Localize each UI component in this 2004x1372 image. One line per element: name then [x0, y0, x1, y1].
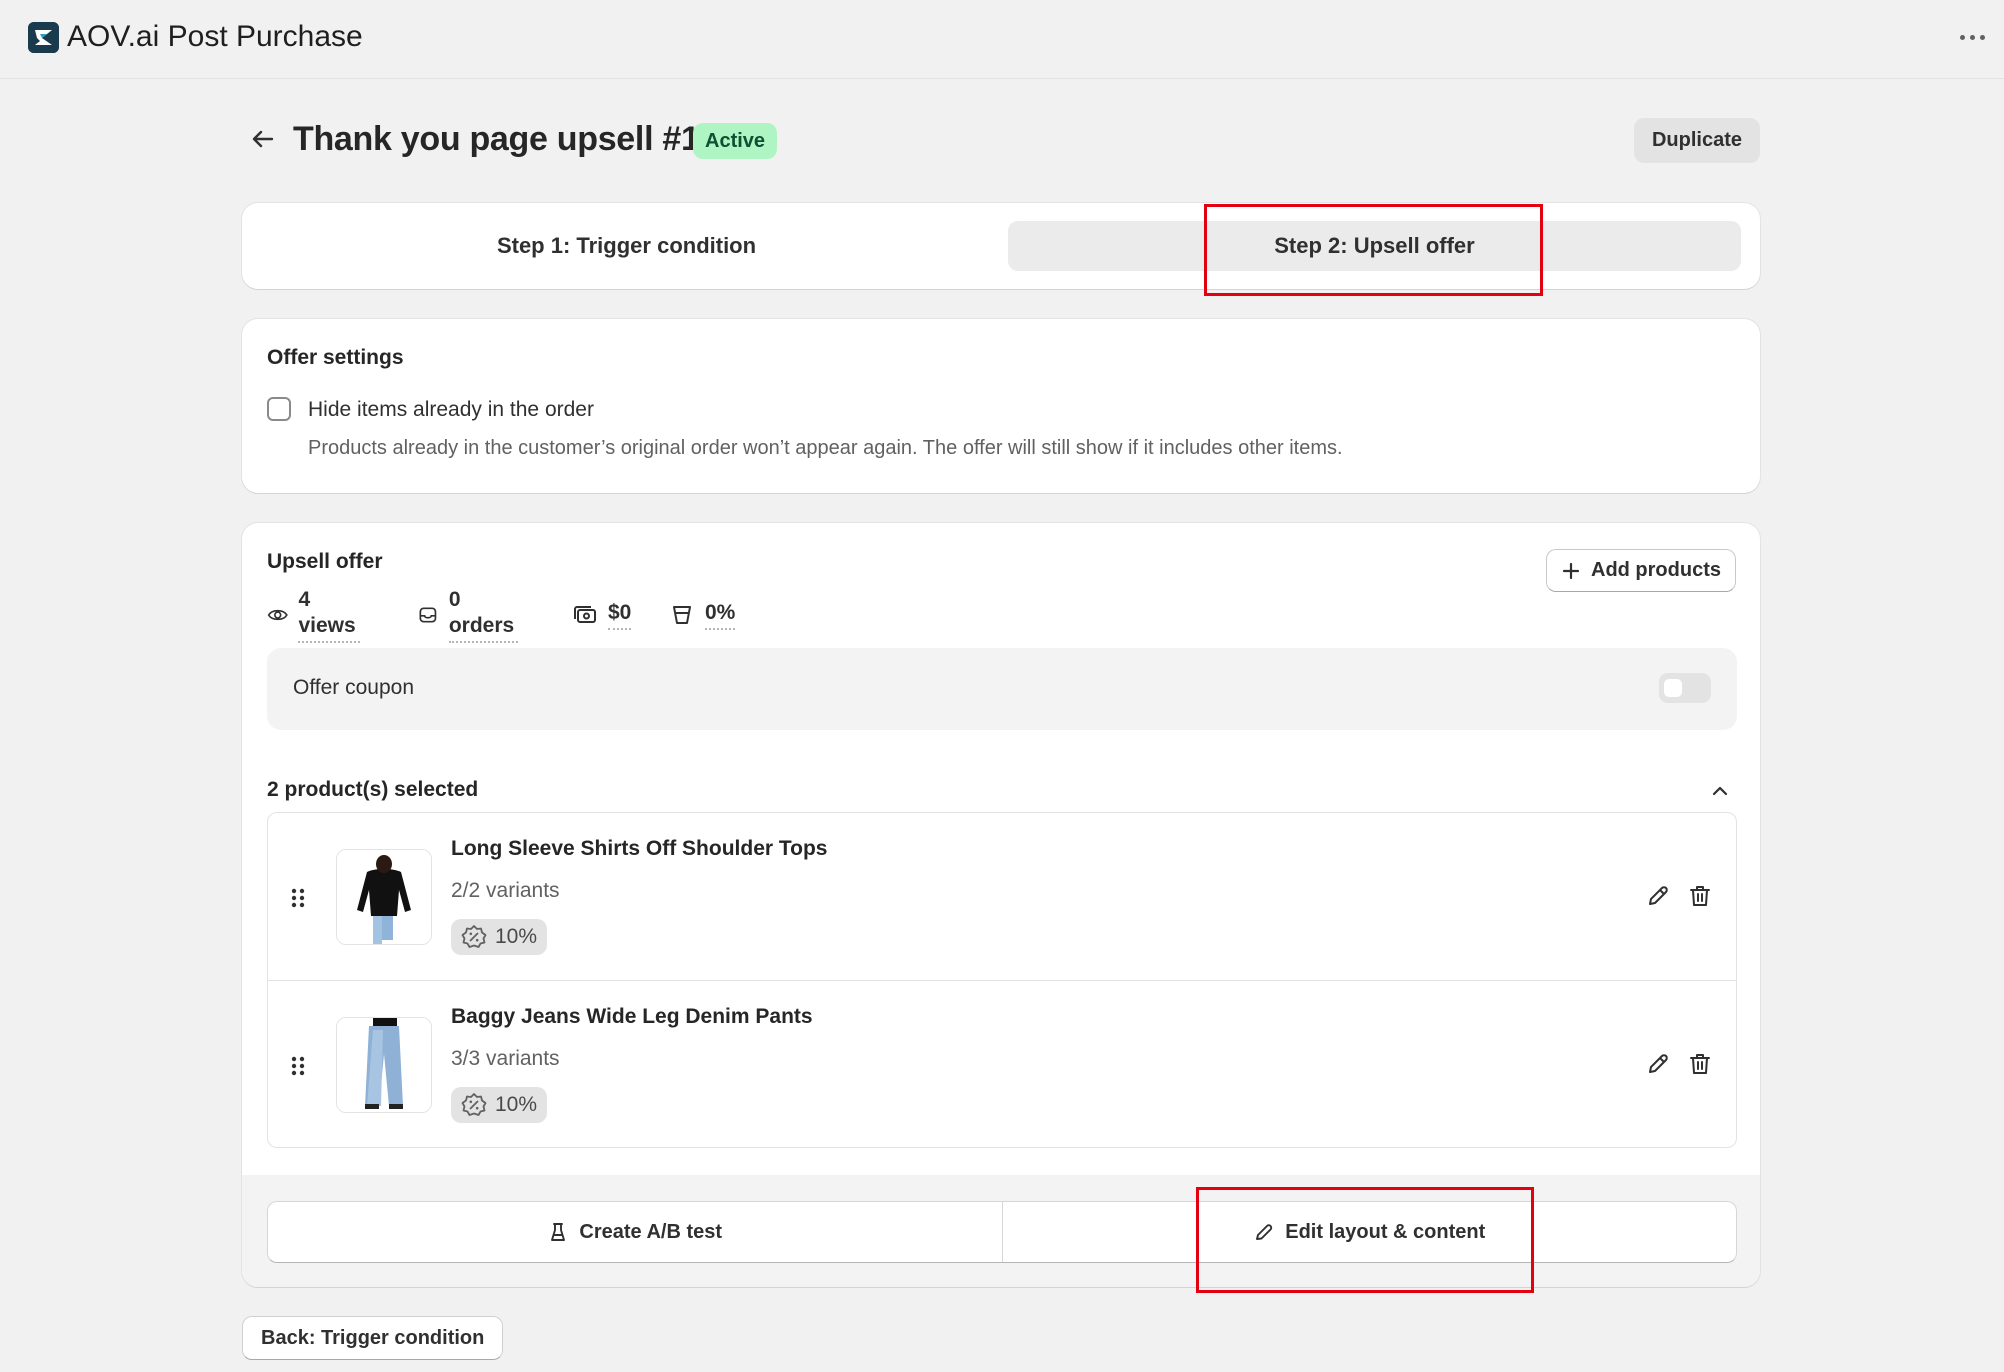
page-title: Thank you page upsell #1 [293, 120, 700, 158]
eye-icon [267, 609, 288, 621]
stat-revenue-value: $0 [608, 600, 632, 630]
offer-coupon-toggle[interactable] [1659, 673, 1711, 703]
offer-coupon-label: Offer coupon [293, 676, 415, 699]
product-variants: 3/3 variants [451, 1047, 560, 1070]
status-badge: Active [693, 123, 778, 159]
discount-icon [461, 1093, 487, 1116]
stat-views[interactable]: 4 views [267, 588, 361, 643]
offer-settings-title: Offer settings [267, 346, 404, 369]
card-footer: Create A/B test Edit layout & content [242, 1175, 1760, 1287]
edit-layout-content-label: Edit layout & content [1285, 1220, 1486, 1243]
upsell-offer-card: Upsell offer Add products 4 views 0 orde… [242, 523, 1760, 1287]
product-variants: 2/2 variants [451, 879, 560, 902]
product-row: Baggy Jeans Wide Leg Denim Pants 3/3 var… [268, 980, 1736, 1148]
edit-layout-content-button[interactable]: Edit layout & content [1001, 1202, 1737, 1262]
upsell-offer-title: Upsell offer [267, 550, 383, 573]
product-image-jeans [336, 1017, 432, 1113]
selected-products-label: 2 product(s) selected [267, 778, 479, 801]
back-trigger-condition-button[interactable]: Back: Trigger condition [242, 1316, 504, 1360]
delete-trash-icon[interactable] [1687, 883, 1713, 909]
more-actions-icon[interactable] [1952, 22, 1992, 52]
duplicate-button[interactable]: Duplicate [1634, 118, 1760, 163]
app-logo-icon [28, 22, 59, 53]
stat-revenue[interactable]: $0 [572, 595, 632, 635]
offer-settings-card: Offer settings Hide items already in the… [242, 319, 1760, 493]
discount-badge: 10% [451, 919, 548, 955]
chevron-up-icon[interactable] [1708, 779, 1732, 803]
app-title: AOV.ai Post Purchase [67, 20, 363, 53]
steps-card: Step 1: Trigger condition Step 2: Upsell… [242, 203, 1760, 289]
hide-items-help-text: Products already in the customer’s origi… [308, 437, 1343, 459]
back-arrow-icon[interactable] [248, 124, 278, 154]
hide-items-checkbox[interactable] [267, 397, 291, 421]
discount-icon [461, 925, 487, 948]
funnel-icon [673, 606, 691, 624]
create-ab-test-label: Create A/B test [579, 1220, 723, 1243]
drag-handle-icon[interactable] [288, 887, 308, 909]
offer-actions-group: Create A/B test Edit layout & content [267, 1201, 1737, 1263]
stat-orders-value: 0 orders [448, 587, 519, 643]
product-image-top [336, 849, 432, 945]
discount-value: 10% [495, 1093, 538, 1116]
stat-views-value: 4 views [298, 587, 361, 643]
edit-pencil-icon [1256, 1224, 1273, 1240]
product-row: Long Sleeve Shirts Off Shoulder Tops 2/2… [268, 813, 1736, 980]
add-products-label: Add products [1591, 559, 1721, 581]
create-ab-test-button[interactable]: Create A/B test [268, 1202, 1002, 1262]
plus-icon [1562, 562, 1580, 579]
app-header: AOV.ai Post Purchase [0, 0, 2004, 79]
product-name: Baggy Jeans Wide Leg Denim Pants [451, 1005, 813, 1028]
tab-trigger-condition[interactable]: Step 1: Trigger condition [260, 221, 993, 271]
add-products-button[interactable]: Add products [1546, 549, 1736, 592]
delete-trash-icon[interactable] [1687, 1051, 1713, 1077]
drag-handle-icon[interactable] [288, 1055, 308, 1077]
product-list: Long Sleeve Shirts Off Shoulder Tops 2/2… [267, 812, 1737, 1148]
hide-items-label[interactable]: Hide items already in the order [308, 397, 594, 423]
stat-orders[interactable]: 0 orders [417, 588, 519, 643]
offer-coupon-row: Offer coupon [267, 648, 1737, 730]
stat-conversion-value: 0% [705, 600, 736, 630]
edit-pencil-icon[interactable] [1645, 883, 1671, 909]
discount-value: 10% [495, 925, 538, 948]
stat-conversion[interactable]: 0% [669, 595, 736, 635]
edit-pencil-icon[interactable] [1645, 1051, 1671, 1077]
flask-icon [551, 1223, 566, 1241]
discount-badge: 10% [451, 1087, 548, 1123]
tab-upsell-offer[interactable]: Step 2: Upsell offer [1008, 221, 1741, 271]
inbox-icon [419, 607, 437, 623]
product-name: Long Sleeve Shirts Off Shoulder Tops [451, 837, 828, 860]
cash-icon [574, 606, 596, 623]
